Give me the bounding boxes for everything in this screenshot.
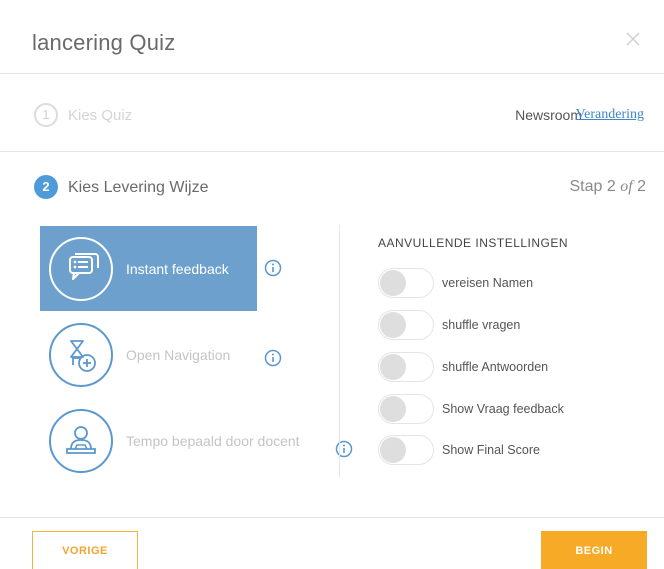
modal-header: lancering Quiz [0,0,664,74]
toggle-label: shuffle Antwoorden [442,360,549,374]
selected-quiz-name: Newsroom [515,107,582,123]
previous-button[interactable]: VORIGE [32,531,138,569]
toggle-knob [380,396,406,422]
toggle-knob [380,270,406,296]
toggle-label: vereisen Namen [442,276,534,290]
toggle-switch[interactable] [378,268,434,298]
delivery-option-instant-feedback[interactable]: Instant feedback [40,226,257,311]
info-icon[interactable] [264,259,282,277]
toggle-switch[interactable] [378,435,434,465]
modal-footer: VORIGE BEGIN [0,517,664,569]
step-number-2: 2 [34,175,58,199]
option-label: Open Navigation [126,347,231,363]
close-icon[interactable] [624,30,642,48]
option-label: Tempo bepaald door docent [126,433,300,449]
toggle-label: Show Vraag feedback [442,402,564,416]
option-label: Instant feedback [126,261,229,277]
step-progress: Stap 2 of 2 [570,178,647,196]
feedback-chat-icon [49,237,113,301]
teacher-icon [49,409,113,473]
toggle-knob [380,312,406,338]
navigation-icon [49,323,113,387]
toggle-knob [380,437,406,463]
column-divider [339,225,340,478]
change-quiz-link[interactable]: Verandering [576,107,644,123]
modal-title: lancering Quiz [32,30,176,55]
toggle-label: Show Final Score [442,443,540,457]
info-icon[interactable] [264,349,282,367]
toggle-switch[interactable] [378,310,434,340]
delivery-option-teacher-paced[interactable]: Tempo bepaald door docent [40,398,300,483]
step-choose-quiz: 1 Kies Quiz Newsroom Verandering [0,75,664,152]
progress-suffix: 2 [632,178,646,195]
step-2-label: Kies Levering Wijze [68,179,209,196]
toggle-switch[interactable] [378,352,434,382]
step-1-label: Kies Quiz [68,107,133,124]
progress-prefix: Stap 2 [569,178,621,195]
delivery-option-open-navigation[interactable]: Open Navigation [40,312,257,397]
begin-button[interactable]: BEGIN [541,531,647,569]
toggle-label: shuffle vragen [442,318,521,332]
toggle-switch[interactable] [378,394,434,424]
progress-of: of [620,178,633,195]
step-number-1: 1 [34,103,58,127]
info-icon[interactable] [335,440,353,458]
settings-title: AANVULLENDE INSTELLINGEN [378,236,569,250]
toggle-knob [380,354,406,380]
launch-quiz-modal: lancering Quiz 1 Kies Quiz Newsroom Vera… [0,0,664,569]
